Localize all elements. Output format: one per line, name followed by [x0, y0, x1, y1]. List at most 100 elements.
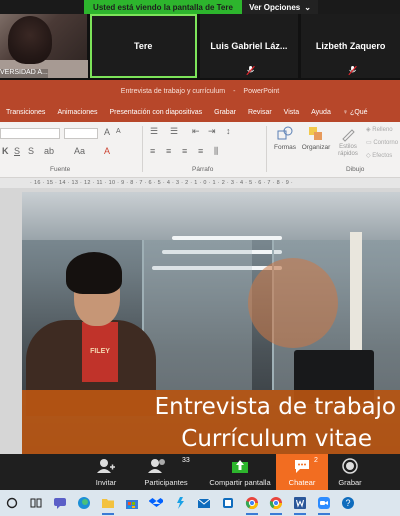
edge-icon[interactable] [72, 490, 96, 516]
italic-icon[interactable]: K [2, 146, 9, 156]
mail-icon[interactable] [192, 490, 216, 516]
align-center-icon[interactable]: ≡ [166, 146, 171, 156]
participants-count: 33 [182, 457, 190, 464]
participant-name: Luis Gabriel Láz... [210, 41, 288, 51]
tell-me-label: ¿Qué [350, 108, 368, 116]
tab-slideshow[interactable]: Presentación con diapositivas [104, 109, 209, 116]
chrome-icon[interactable] [264, 490, 288, 516]
increase-indent-icon[interactable]: ⇥ [208, 126, 216, 137]
title-separator: - [233, 87, 236, 95]
chat-button[interactable]: 2 Chatear [276, 454, 328, 490]
screen: Usted está viendo la pantalla de Tere Ve… [0, 0, 400, 516]
view-options-button[interactable]: Ver Opciones ⌄ [242, 0, 318, 14]
shape-outline-button[interactable]: ▭ Contorno [366, 139, 398, 146]
participant-tile[interactable]: Luis Gabriel Láz... [199, 14, 299, 78]
underline-icon[interactable]: S [14, 146, 20, 156]
share-screen-button[interactable]: Compartir pantalla [204, 454, 276, 490]
char-spacing-icon[interactable]: ab [44, 146, 54, 156]
shapes-button[interactable]: Formas [272, 126, 298, 162]
font-name-dropdown[interactable] [0, 128, 60, 139]
participant-video-tile-camera[interactable]: VERSIDAD A... [0, 14, 88, 78]
numbering-icon[interactable]: ☰ [170, 126, 178, 137]
font-color-icon[interactable]: A [104, 146, 110, 156]
shape-effects-button[interactable]: ◇ Efectos [366, 152, 392, 159]
phone-icon[interactable] [216, 490, 240, 516]
change-case-icon[interactable]: Aa [74, 146, 85, 156]
tab-review[interactable]: Revisar [242, 109, 278, 116]
meeting-toolbar: Invitar 33 Participantes Compartir panta… [0, 454, 400, 490]
ribbon-tabs: Transiciones Animaciones Presentación co… [0, 102, 400, 122]
app-name: PowerPoint [243, 87, 280, 95]
word-icon[interactable] [288, 490, 312, 516]
horizontal-ruler[interactable]: · 16 · 15 · 14 · 13 · 12 · 11 · 10 · 9 ·… [0, 178, 400, 188]
chat-label: Chatear [288, 478, 316, 487]
participants-button[interactable]: 33 Participantes [128, 454, 204, 490]
chat-icon[interactable] [48, 490, 72, 516]
store-icon[interactable] [120, 490, 144, 516]
slide-title[interactable]: Entrevista de trabajo [22, 394, 400, 420]
align-right-icon[interactable]: ≡ [182, 146, 187, 156]
zoom-icon[interactable] [312, 490, 336, 516]
svg-text:?: ? [345, 498, 350, 508]
shape-fill-button[interactable]: ◈ Relleno [366, 126, 393, 133]
tab-animations[interactable]: Animaciones [51, 109, 103, 116]
photo-ceiling [22, 192, 400, 240]
font-group-label: Fuente [50, 166, 71, 173]
ribbon-body: A A K S S ab Aa A Fuente ☰ ☰ ⇤ ⇥ ↕ ≡ ≡ ≡… [0, 122, 400, 178]
record-label: Grabar [338, 478, 362, 487]
ribbon-separator [266, 126, 267, 172]
chat-icon [295, 460, 309, 473]
participant-tile-active[interactable]: Tere [89, 14, 197, 78]
align-left-icon[interactable]: ≡ [150, 146, 155, 156]
photo-wall-logo [248, 258, 338, 348]
quick-styles-icon [342, 129, 355, 142]
participant-video-strip: VERSIDAD A... Tere Luis Gabriel Láz... L… [0, 14, 400, 80]
font-size-dropdown[interactable] [64, 128, 98, 139]
slide[interactable]: FILEY Entrevista de trabajo Currículum v… [22, 192, 400, 454]
arrange-button[interactable]: Organizar [300, 126, 332, 162]
chevron-down-icon: ⌄ [304, 2, 311, 12]
drawing-group-label: Dibujo [346, 166, 365, 173]
decrease-indent-icon[interactable]: ⇤ [192, 126, 200, 137]
sandbox-icon[interactable] [168, 490, 192, 516]
shrink-font-icon[interactable]: A [116, 128, 121, 135]
tell-me-search[interactable]: ♀ ¿Qué [337, 109, 374, 116]
task-view-icon[interactable] [24, 490, 48, 516]
shape-effects-label: Efectos [372, 153, 393, 159]
screen-share-banner: Usted está viendo la pantalla de Tere Ve… [84, 0, 318, 14]
dropbox-icon[interactable] [144, 490, 168, 516]
columns-icon[interactable]: ⫼ [214, 146, 218, 157]
arrange-label: Organizar [301, 144, 331, 151]
file-explorer-icon[interactable] [96, 490, 120, 516]
share-screen-icon [232, 460, 248, 473]
slide-subtitle[interactable]: Currículum vitae [22, 426, 400, 452]
camera-person [8, 16, 52, 64]
tab-view[interactable]: Vista [278, 109, 305, 116]
shapes-icon [277, 126, 293, 140]
participants-label: Participantes [144, 478, 188, 487]
mic-muted-icon [246, 66, 255, 75]
line-spacing-icon[interactable]: ↕ [226, 126, 231, 136]
participants-icon [148, 459, 166, 473]
add-person-icon [97, 459, 115, 473]
chrome-icon[interactable] [240, 490, 264, 516]
bullets-icon[interactable]: ☰ [150, 126, 158, 137]
share-status-text: Usted está viendo la pantalla de Tere [84, 0, 242, 14]
tab-help[interactable]: Ayuda [305, 109, 337, 116]
shape-outline-label: Contorno [373, 140, 399, 146]
cortana-circle-icon[interactable] [0, 490, 24, 516]
strikethrough-icon[interactable]: S [28, 146, 34, 156]
grow-font-icon[interactable]: A [104, 127, 110, 137]
help-icon[interactable]: ? [336, 490, 360, 516]
justify-icon[interactable]: ≡ [198, 146, 203, 156]
record-button[interactable]: Grabar [328, 454, 372, 490]
participant-tile[interactable]: Lizbeth Zaquero [301, 14, 400, 78]
powerpoint-title-bar: Entrevista de trabajo y currículum - Pow… [0, 80, 400, 102]
quick-styles-button[interactable]: Estilos rápidos [334, 126, 362, 162]
invite-button[interactable]: Invitar [84, 454, 128, 490]
tab-transitions[interactable]: Transiciones [0, 109, 51, 116]
view-options-label: Ver Opciones [249, 2, 301, 12]
tab-record[interactable]: Grabar [208, 109, 242, 116]
ribbon-separator [142, 126, 143, 172]
